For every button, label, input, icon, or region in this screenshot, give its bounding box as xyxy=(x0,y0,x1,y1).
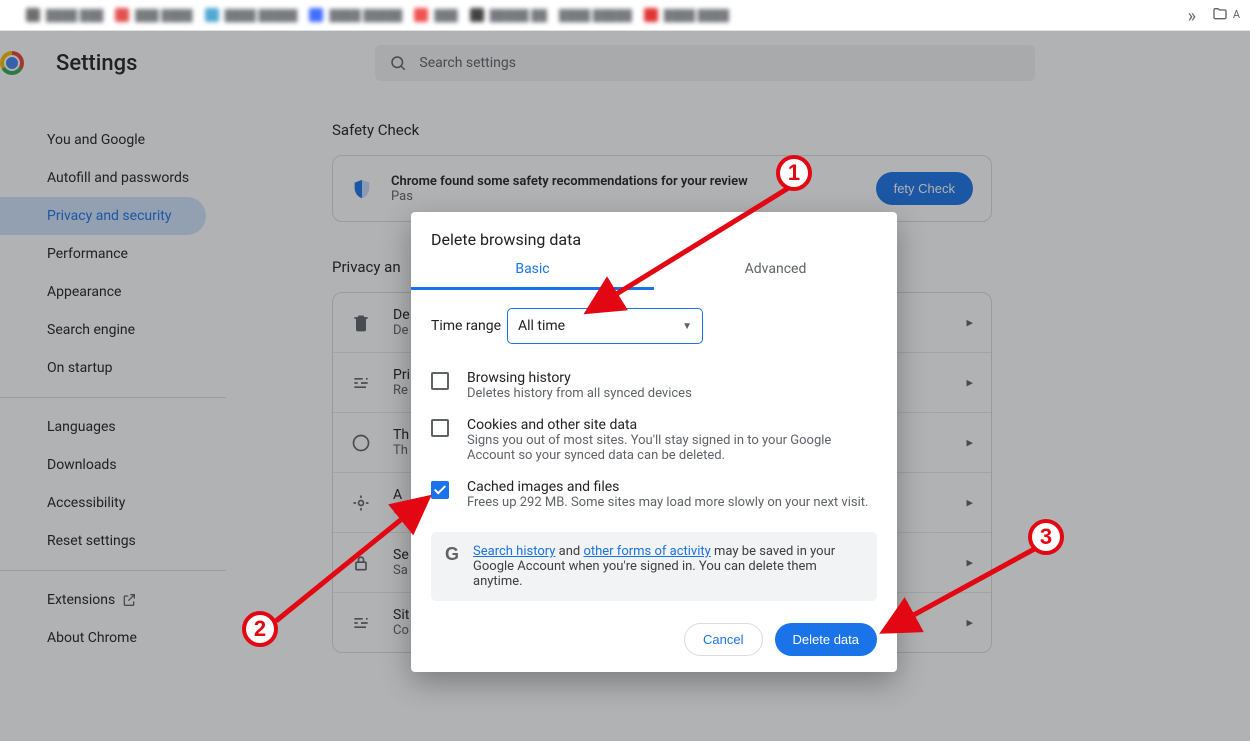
option-desc: Deletes history from all synced devices xyxy=(467,386,692,401)
option-desc: Frees up 292 MB. Some sites may load mor… xyxy=(467,495,868,510)
caret-down-icon: ▼ xyxy=(682,321,692,332)
bookmark-item[interactable]: ████ ████ xyxy=(644,8,729,22)
checkbox[interactable] xyxy=(431,481,449,499)
checkbox[interactable] xyxy=(431,419,449,437)
cancel-button[interactable]: Cancel xyxy=(684,623,762,656)
bookmark-item[interactable]: ████ ███ xyxy=(26,8,103,22)
notice-text: and xyxy=(555,544,583,559)
search-history-link[interactable]: Search history xyxy=(473,544,555,559)
browser-tabstrip: ████ ███ ███ ████ ████ █████ ████ █████ … xyxy=(0,0,1250,31)
bookmarks-folder-letter: A xyxy=(1233,8,1240,21)
dialog-title: Delete browsing data xyxy=(411,212,897,261)
other-activity-link[interactable]: other forms of activity xyxy=(583,544,710,559)
option-title: Cached images and files xyxy=(467,479,868,495)
google-account-notice: G Search history and other forms of acti… xyxy=(431,532,877,601)
bookmark-item[interactable]: ███ xyxy=(414,8,457,22)
tab-basic[interactable]: Basic xyxy=(411,261,654,290)
bookmark-item[interactable]: █████ ██ xyxy=(470,8,547,22)
annotation-callout-3: 3 xyxy=(1028,519,1064,555)
annotation-callout-1: 1 xyxy=(776,155,812,191)
bookmark-item[interactable]: ████ █████ xyxy=(559,9,632,22)
delete-data-button[interactable]: Delete data xyxy=(775,623,878,656)
option-cookies[interactable]: Cookies and other site data Signs you ou… xyxy=(431,409,877,471)
bookmark-item[interactable]: ███ ████ xyxy=(115,8,192,22)
time-range-label: Time range xyxy=(431,318,507,334)
time-range-select[interactable]: All time ▼ xyxy=(507,308,703,344)
tabs-overflow-icon[interactable]: » xyxy=(1188,6,1196,27)
bookmark-item[interactable]: ████ █████ xyxy=(309,8,402,22)
annotation-callout-2: 2 xyxy=(242,611,278,647)
option-desc: Signs you out of most sites. You'll stay… xyxy=(467,433,877,463)
option-title: Cookies and other site data xyxy=(467,417,877,433)
time-range-value: All time xyxy=(518,318,565,334)
option-cached[interactable]: Cached images and files Frees up 292 MB.… xyxy=(431,471,877,518)
google-g-icon: G xyxy=(445,544,459,589)
tab-advanced[interactable]: Advanced xyxy=(654,261,897,290)
option-browsing-history[interactable]: Browsing history Deletes history from al… xyxy=(431,362,877,409)
delete-browsing-data-dialog: Delete browsing data Basic Advanced Time… xyxy=(411,212,897,672)
bookmarks-folder[interactable]: A xyxy=(1211,6,1240,22)
checkbox[interactable] xyxy=(431,372,449,390)
bookmark-item[interactable]: ████ █████ xyxy=(205,8,298,22)
dialog-tabs: Basic Advanced xyxy=(411,261,897,290)
option-title: Browsing history xyxy=(467,370,692,386)
folder-icon xyxy=(1211,6,1229,22)
